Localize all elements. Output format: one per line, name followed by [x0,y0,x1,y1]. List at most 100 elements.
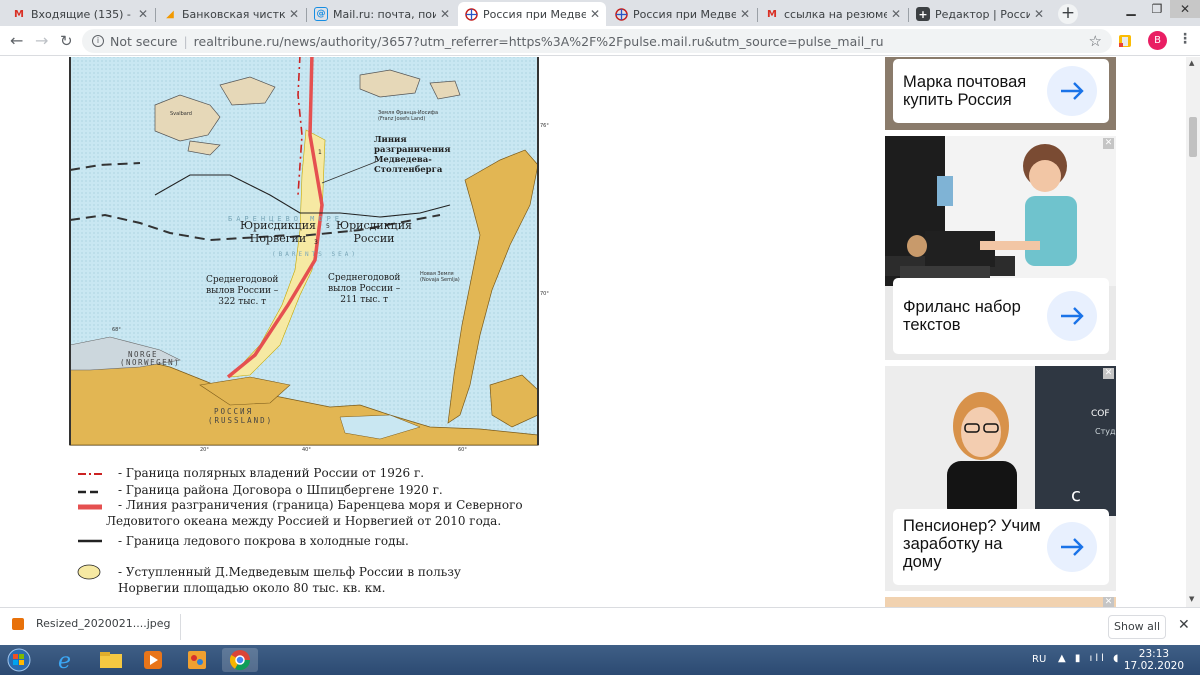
file-image-icon [12,617,24,630]
separator: | [183,33,188,49]
tab-title: Входящие (135) - alden [31,7,134,21]
start-button[interactable] [6,648,36,672]
legend-item: - Граница полярных владений России от 19… [118,466,425,480]
tab-bank[interactable]: ◢ Банковская чистка в Л ✕ [157,2,305,26]
internet-explorer-icon[interactable]: e [52,648,82,674]
profile-avatar[interactable]: B [1148,31,1167,50]
language-indicator[interactable]: RU [1032,654,1046,665]
realtribune-icon [464,7,478,21]
close-ad-icon[interactable]: ✕ [1103,597,1114,607]
address-bar[interactable]: i Not secure | realtribune.ru/news/autho… [82,29,1112,53]
svg-text:e: e [58,649,71,672]
norway-catch-label: Среднегодовой вылов России – 322 тыс. т [206,275,279,307]
arrow-right-icon[interactable] [1047,66,1097,116]
svalbard-label: Svalbard [170,111,192,117]
reload-button[interactable]: ↻ [60,32,73,50]
maximize-button[interactable]: ❐ [1144,0,1170,18]
browser-toolbar: ← → ↻ i Not secure | realtribune.ru/news… [0,26,1200,56]
paint-icon[interactable] [182,648,212,672]
ad-text[interactable]: Пенсионер? Учим заработку на дому [903,517,1043,571]
close-icon[interactable]: ✕ [1178,617,1190,633]
close-icon[interactable]: ✕ [138,7,148,21]
url-text[interactable]: realtribune.ru/news/authority/3657?utm_r… [194,34,884,49]
tab-editor[interactable]: + Редактор | Россия при ✕ [910,2,1050,26]
divider [180,614,181,640]
norway-jurisdiction-label: Юрисдикция Норвегии [240,219,316,245]
close-icon[interactable]: ✕ [740,7,750,21]
ad-card[interactable]: COF Студ с Вер ✕ Пенсионер? Учим заработ… [885,366,1116,591]
parallel-tick: 76° [540,123,549,129]
tab-mailru[interactable]: @ Mail.ru: почта, поиск в ✕ [308,2,456,26]
tab-title: Россия при Медведеве [633,7,736,21]
scroll-down-arrow[interactable]: ▼ [1189,595,1194,603]
realtribune-icon [614,7,628,21]
windows-taskbar: e RU ▲ ▮ ıll ◖ 23:13 17.02.2020 [0,645,1200,675]
tab-title: Mail.ru: почта, поиск в [333,7,436,21]
ad-card[interactable]: ✕ [885,597,1116,607]
minimize-button[interactable]: ▁ [1118,0,1144,18]
close-icon[interactable]: ✕ [1034,7,1044,21]
meridian-tick: 20° [200,447,209,453]
tab-title: Банковская чистка в Л [182,7,285,21]
russia-jurisdiction-label: Юрисдикция России [336,219,412,245]
tab-russia-medvedev[interactable]: Россия при Медведеве ✕ [608,2,756,26]
line-caption: Линия разграничения Медведева- Столтенбе… [374,135,451,175]
scrollbar-thumb[interactable] [1189,117,1197,157]
chevron-up-icon[interactable]: ^ [156,620,164,631]
vertical-scrollbar[interactable]: ▲ ▼ [1186,57,1200,607]
legend-item: - Линия разграничения (граница) Баренцев… [106,498,523,528]
clock-date: 17.02.2020 [1123,660,1184,672]
ad-box[interactable]: Фриланс набор текстов [893,278,1109,354]
ad-card[interactable]: ✕ Фриланс набор текстов [885,136,1116,360]
system-tray[interactable]: ▲ ▮ ıll ◖ [1058,653,1121,664]
menu-icon[interactable]: ⋮ [1178,31,1192,47]
editor-icon: + [916,7,930,21]
new-tab-button[interactable]: + [1058,4,1078,24]
bookmark-star-icon[interactable]: ☆ [1089,32,1102,50]
tab-resume-link[interactable]: M ссылка на резюме +Jan ✕ [759,2,907,26]
show-all-button[interactable]: Show all [1108,615,1166,639]
tab-inbox[interactable]: M Входящие (135) - alden ✕ [6,2,154,26]
extension-icon[interactable] [1118,33,1132,49]
media-player-icon[interactable] [138,648,168,672]
close-ad-icon[interactable]: ✕ [1103,138,1114,149]
parallel-tick: 70° [540,291,549,297]
close-icon[interactable]: ✕ [891,7,901,21]
chrome-taskbar-icon[interactable] [222,648,258,672]
ad-text[interactable]: Марка почтовая купить Россия [903,73,1043,109]
arrow-right-icon[interactable] [1047,522,1097,572]
forward-button[interactable]: → [35,32,48,50]
clock-time: 23:13 [1138,648,1170,660]
page-viewport: Линия разграничения Медведева- Столтенбе… [0,57,1200,607]
tab-title: Россия при Медведеве [483,7,586,21]
ad-text[interactable]: Фриланс набор текстов [903,298,1043,334]
gmail-icon: M [14,8,24,20]
ad-card[interactable]: Марка почтовая купить Россия [885,57,1116,130]
download-item[interactable]: Resized_2020021....jpeg [12,617,171,630]
info-icon[interactable]: i [92,35,104,47]
close-icon[interactable]: ✕ [590,7,600,21]
scroll-up-arrow[interactable]: ▲ [1189,59,1194,67]
close-icon[interactable]: ✕ [440,7,450,21]
close-ad-icon[interactable]: ✕ [1103,368,1114,379]
tab-title: ссылка на резюме +Jan [784,7,887,21]
frans-josef-label: Земля Франца-Иосифа (Franz Josefs Land) [378,110,439,122]
close-icon[interactable]: ✕ [289,7,299,21]
russia-label: РОССИЯ (RUSSLAND) [208,407,274,425]
system-clock[interactable]: 23:13 17.02.2020 [1124,648,1184,672]
security-label[interactable]: Not secure [110,34,177,49]
legend-item: - Граница района Договора о Шпицбергене … [118,483,443,497]
back-button[interactable]: ← [10,32,23,50]
arrow-right-icon[interactable] [1047,291,1097,341]
close-window-button[interactable]: ✕ [1170,0,1200,18]
mailru-icon: @ [314,7,328,21]
tab-russia-medvedev-active[interactable]: Россия при Медведеве ✕ [458,2,606,26]
ad-box[interactable]: Марка почтовая купить Россия [893,59,1109,123]
legend-item: - Граница ледового покрова в холодные го… [118,534,409,548]
download-bar: Resized_2020021....jpeg ^ Show all ✕ [0,607,1200,645]
barents-sea-en-label: (BARENTS SEA) [272,251,358,258]
ad-box[interactable]: Пенсионер? Учим заработку на дому [893,509,1109,585]
download-filename[interactable]: Resized_2020021....jpeg [36,617,171,630]
zone-number: 1 [318,149,322,156]
file-explorer-icon[interactable] [96,648,126,672]
